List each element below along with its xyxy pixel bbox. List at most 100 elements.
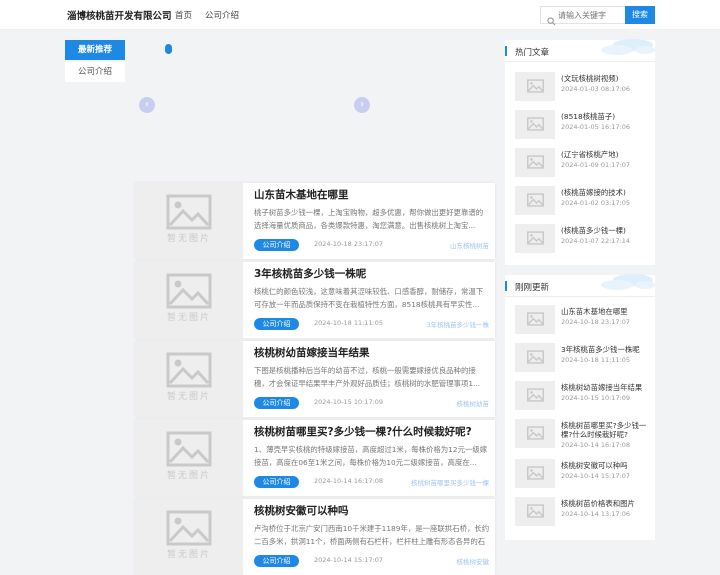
sidebar-list-item[interactable]: (8518核桃苗子) 2024-01-05 16:17:06 [515,110,653,142]
item-thumbnail[interactable] [515,419,555,448]
sidebar-list-item[interactable]: 核桃树苗哪里买?多少钱一棵?什么时候栽好呢? 2024-10-14 16:17:0… [515,419,653,451]
item-thumbnail[interactable] [515,381,555,410]
item-title[interactable]: (8518核桃苗子) [561,112,653,121]
title-accent-bar [505,46,507,56]
sidebar-list-item[interactable]: 3年核桃苗多少钱一株呢 2024-10-18 11:11:05 [515,343,653,375]
sidebar-list-item[interactable]: 山东苗木基地在哪里 2024-10-18 23:17:07 [515,305,653,337]
search-box [540,6,626,26]
item-date: 2024-01-05 16:17:06 [561,123,631,131]
article-card[interactable]: 暂无图片 3年核桃苗多少钱一株呢 核桃仁的颜色较浅，这意味着其涩味较低、口感香醇，耐… [135,262,495,338]
image-placeholder-icon [527,426,544,440]
item-date: 2024-01-07 22:17:14 [561,237,631,245]
nav-item-company[interactable]: 公司介绍 [205,9,239,21]
article-card[interactable]: 暂无图片 核桃树安徽可以种吗 卢沟桥位于北京广安门西南10千米建于1189年，是一座… [135,499,495,575]
article-thumbnail[interactable]: 暂无图片 [135,262,243,338]
article-tag[interactable]: 核桃树幼苗 [457,398,490,408]
carousel-next-button[interactable]: › [354,97,370,113]
article-tag[interactable]: 3年核桃苗多少钱一株 [426,319,489,329]
item-thumbnail[interactable] [515,497,555,526]
item-date: 2024-10-14 13:17:06 [561,510,631,518]
item-date: 2024-10-14 15:17:07 [561,472,631,480]
article-card[interactable]: 暂无图片 山东苗木基地在哪里桃子树苗多少钱一棵，上淘宝购物，超多优惠，帮你做出更好… [135,183,495,259]
item-thumbnail[interactable] [515,148,555,177]
image-placeholder-icon [166,352,212,388]
hot-articles-panel: 热门文章 (文玩核桃树视频) 2024-01-03 08:17:06 (8518核桃… [505,39,655,265]
item-title[interactable]: 核桃树苗价格表和图片 [561,499,653,508]
image-placeholder-icon [166,194,212,230]
image-placeholder-icon [166,431,212,467]
item-title[interactable]: 核桃树幼苗嫁接当年结果 [561,383,653,392]
item-title[interactable]: 3年核桃苗多少钱一株呢 [561,345,653,354]
no-image-text: 暂无图片 [166,392,211,402]
carousel-prev-button[interactable]: ‹ [139,97,155,113]
item-thumbnail[interactable] [515,224,555,253]
article-thumbnail[interactable]: 暂无图片 [135,183,243,259]
item-date: 2024-01-02 03:17:05 [561,199,631,207]
panel-title: 刚刚更新 [515,283,550,293]
panel-header: 刚刚更新 [505,274,655,297]
no-image-text: 暂无图片 [166,313,211,323]
panel-header: 热门文章 [505,39,655,62]
image-placeholder-icon [527,155,544,169]
category-badge[interactable]: 公司介绍 [254,555,299,567]
article-summary: 1、薄壳早实核桃的特级嫁接苗，高度超过1米，每株价格为12元一级嫁接苗，高度在0… [254,445,488,467]
panel-title: 热门文章 [515,48,550,58]
item-date: 2024-01-09 01:17:07 [561,161,631,169]
article-summary: 桃子树苗多少钱一棵，上淘宝购物，超多优惠，帮你做出更好更靠谱的选择海量优质商品，… [254,208,484,230]
category-badge[interactable]: 公司介绍 [254,318,299,330]
sidebar-list-item[interactable]: 核桃树苗价格表和图片 2024-10-14 13:17:06 [515,497,653,529]
item-title[interactable]: (文玩核桃树视频) [561,74,653,83]
tab-latest-recommend[interactable]: 最新推荐 [65,40,125,60]
category-badge[interactable]: 公司介绍 [254,239,299,251]
item-date: 2024-10-18 23:17:07 [561,318,631,326]
category-badge[interactable]: 公司介绍 [254,476,299,488]
article-thumbnail[interactable]: 暂无图片 [135,341,243,417]
sidebar-list-item[interactable]: 核桃树幼苗嫁接当年结果 2024-10-15 10:17:09 [515,381,653,413]
item-title[interactable]: (核桃苗嫁接的技术) [561,188,653,197]
item-thumbnail[interactable] [515,343,555,372]
article-date: 2024-10-14 16:17:08 [314,477,384,485]
article-card[interactable]: 暂无图片 核桃树幼苗嫁接当年结果 下图是核桃播种后当年的幼苗不过，核桃一般需要嫁接优… [135,341,495,417]
sidebar-list-item[interactable]: (文玩核桃树视频) 2024-01-03 08:17:06 [515,72,653,104]
no-image-text: 暂无图片 [166,550,211,560]
item-thumbnail[interactable] [515,459,555,488]
article-title[interactable]: 核桃树幼苗嫁接当年结果 [254,345,370,360]
item-title[interactable]: 核桃树苗哪里买?多少钱一棵?什么时候栽好呢? [561,421,653,439]
article-tag[interactable]: 核桃树安徽 [457,556,490,566]
search-button[interactable]: 搜索 [625,6,655,24]
nav-item-home[interactable]: 首页 [175,9,192,21]
item-thumbnail[interactable] [515,72,555,101]
search-input[interactable] [558,9,624,22]
sidebar-list-item[interactable]: 核桃树安徽可以种吗 2024-10-14 15:17:07 [515,459,653,491]
carousel-indicator[interactable] [165,44,172,54]
category-badge[interactable]: 公司介绍 [254,397,299,409]
article-tag[interactable]: 核桃树苗哪里买多少钱一棵 [411,477,489,487]
article-thumbnail[interactable]: 暂无图片 [135,420,243,496]
article-title[interactable]: 3年核桃苗多少钱一株呢 [254,266,366,281]
tab-company-intro[interactable]: 公司介绍 [65,62,125,82]
article-date: 2024-10-15 10:17:09 [314,398,384,406]
image-placeholder-icon [527,193,544,207]
image-placeholder-icon [527,312,544,326]
item-title[interactable]: (核桃苗多少钱一棵) [561,226,653,235]
site-logo[interactable]: 淄博核桃苗开发有限公司 [67,8,172,22]
article-card[interactable]: 暂无图片 核桃树苗哪里买?多少钱一棵?什么时候栽好呢? 1、薄壳早实核桃的特级嫁接苗… [135,420,495,496]
top-header: 淄博核桃苗开发有限公司 首页 公司介绍 搜索 [0,0,720,30]
article-thumbnail[interactable]: 暂无图片 [135,499,243,575]
item-thumbnail[interactable] [515,186,555,215]
sidebar-list-item[interactable]: (辽宁省核桃产地) 2024-01-09 01:17:07 [515,148,653,180]
no-image-text: 暂无图片 [166,234,211,244]
item-title[interactable]: 山东苗木基地在哪里 [561,307,653,316]
article-title[interactable]: 山东苗木基地在哪里 [254,187,349,202]
item-thumbnail[interactable] [515,305,555,334]
sidebar-list-item[interactable]: (核桃苗嫁接的技术) 2024-01-02 03:17:05 [515,186,653,218]
article-title[interactable]: 核桃树苗哪里买?多少钱一棵?什么时候栽好呢? [254,424,472,439]
article-tag[interactable]: 山东核桃树苗 [450,240,489,250]
image-placeholder-icon [527,79,544,93]
title-accent-bar [505,281,507,291]
item-title[interactable]: (辽宁省核桃产地) [561,150,653,159]
item-thumbnail[interactable] [515,110,555,139]
sidebar-list-item[interactable]: (核桃苗多少钱一棵) 2024-01-07 22:17:14 [515,224,653,256]
article-title[interactable]: 核桃树安徽可以种吗 [254,503,349,518]
item-title[interactable]: 核桃树安徽可以种吗 [561,461,653,470]
